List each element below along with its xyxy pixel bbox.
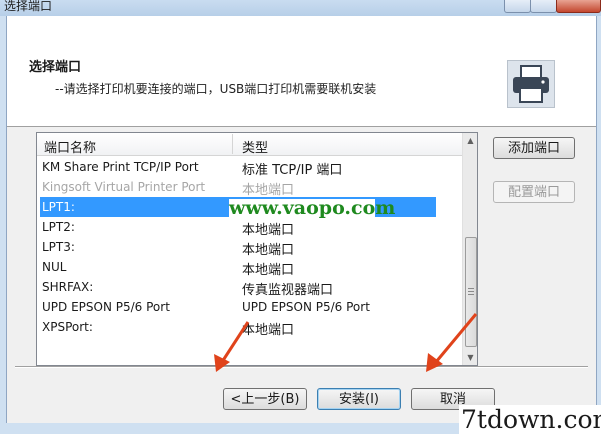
arrow-to-cancel-icon [426, 313, 478, 372]
arrow-to-install-icon [214, 321, 250, 372]
annotation-arrows [214, 313, 478, 372]
